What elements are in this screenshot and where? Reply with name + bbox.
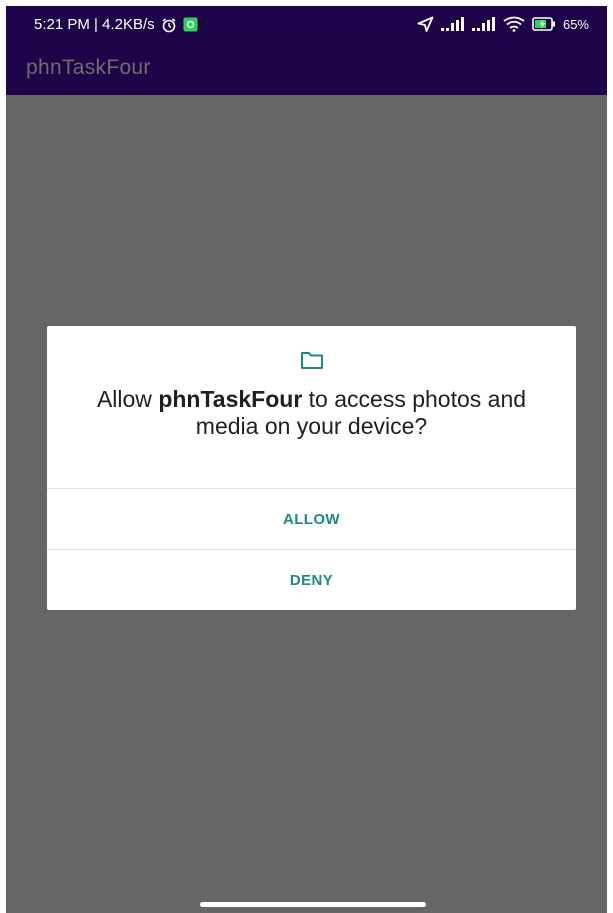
deny-button[interactable]: DENY <box>47 550 576 610</box>
message-prefix: Allow <box>96 386 159 412</box>
app-bar: phnTaskFour <box>6 44 607 95</box>
signal-icon <box>440 17 465 31</box>
alarm-icon <box>161 17 177 33</box>
location-icon <box>417 16 434 32</box>
notification-app-icon <box>183 17 198 32</box>
battery-charging-icon <box>532 17 556 31</box>
signal-icon <box>471 17 496 31</box>
allow-button[interactable]: ALLOW <box>47 489 576 550</box>
status-bar-left: 5:21 PM | 4.2KB/s <box>34 16 198 33</box>
phone-screen: 5:21 PM | 4.2KB/s 65% phnTaskFour Allow … <box>6 6 607 913</box>
message-app-name: phnTaskFour <box>158 386 303 412</box>
status-time-speed: 5:21 PM | 4.2KB/s <box>34 16 155 33</box>
status-bar: 5:21 PM | 4.2KB/s 65% <box>6 6 607 44</box>
home-indicator[interactable] <box>200 902 426 907</box>
wifi-icon <box>503 16 525 32</box>
app-title: phnTaskFour <box>26 56 151 79</box>
dialog-message: Allow phnTaskFour to access photos and m… <box>77 386 546 440</box>
status-bar-right: 65% <box>417 16 589 32</box>
battery-percent: 65% <box>562 16 589 32</box>
permission-dialog: Allow phnTaskFour to access photos and m… <box>47 326 576 610</box>
folder-icon <box>300 350 324 375</box>
